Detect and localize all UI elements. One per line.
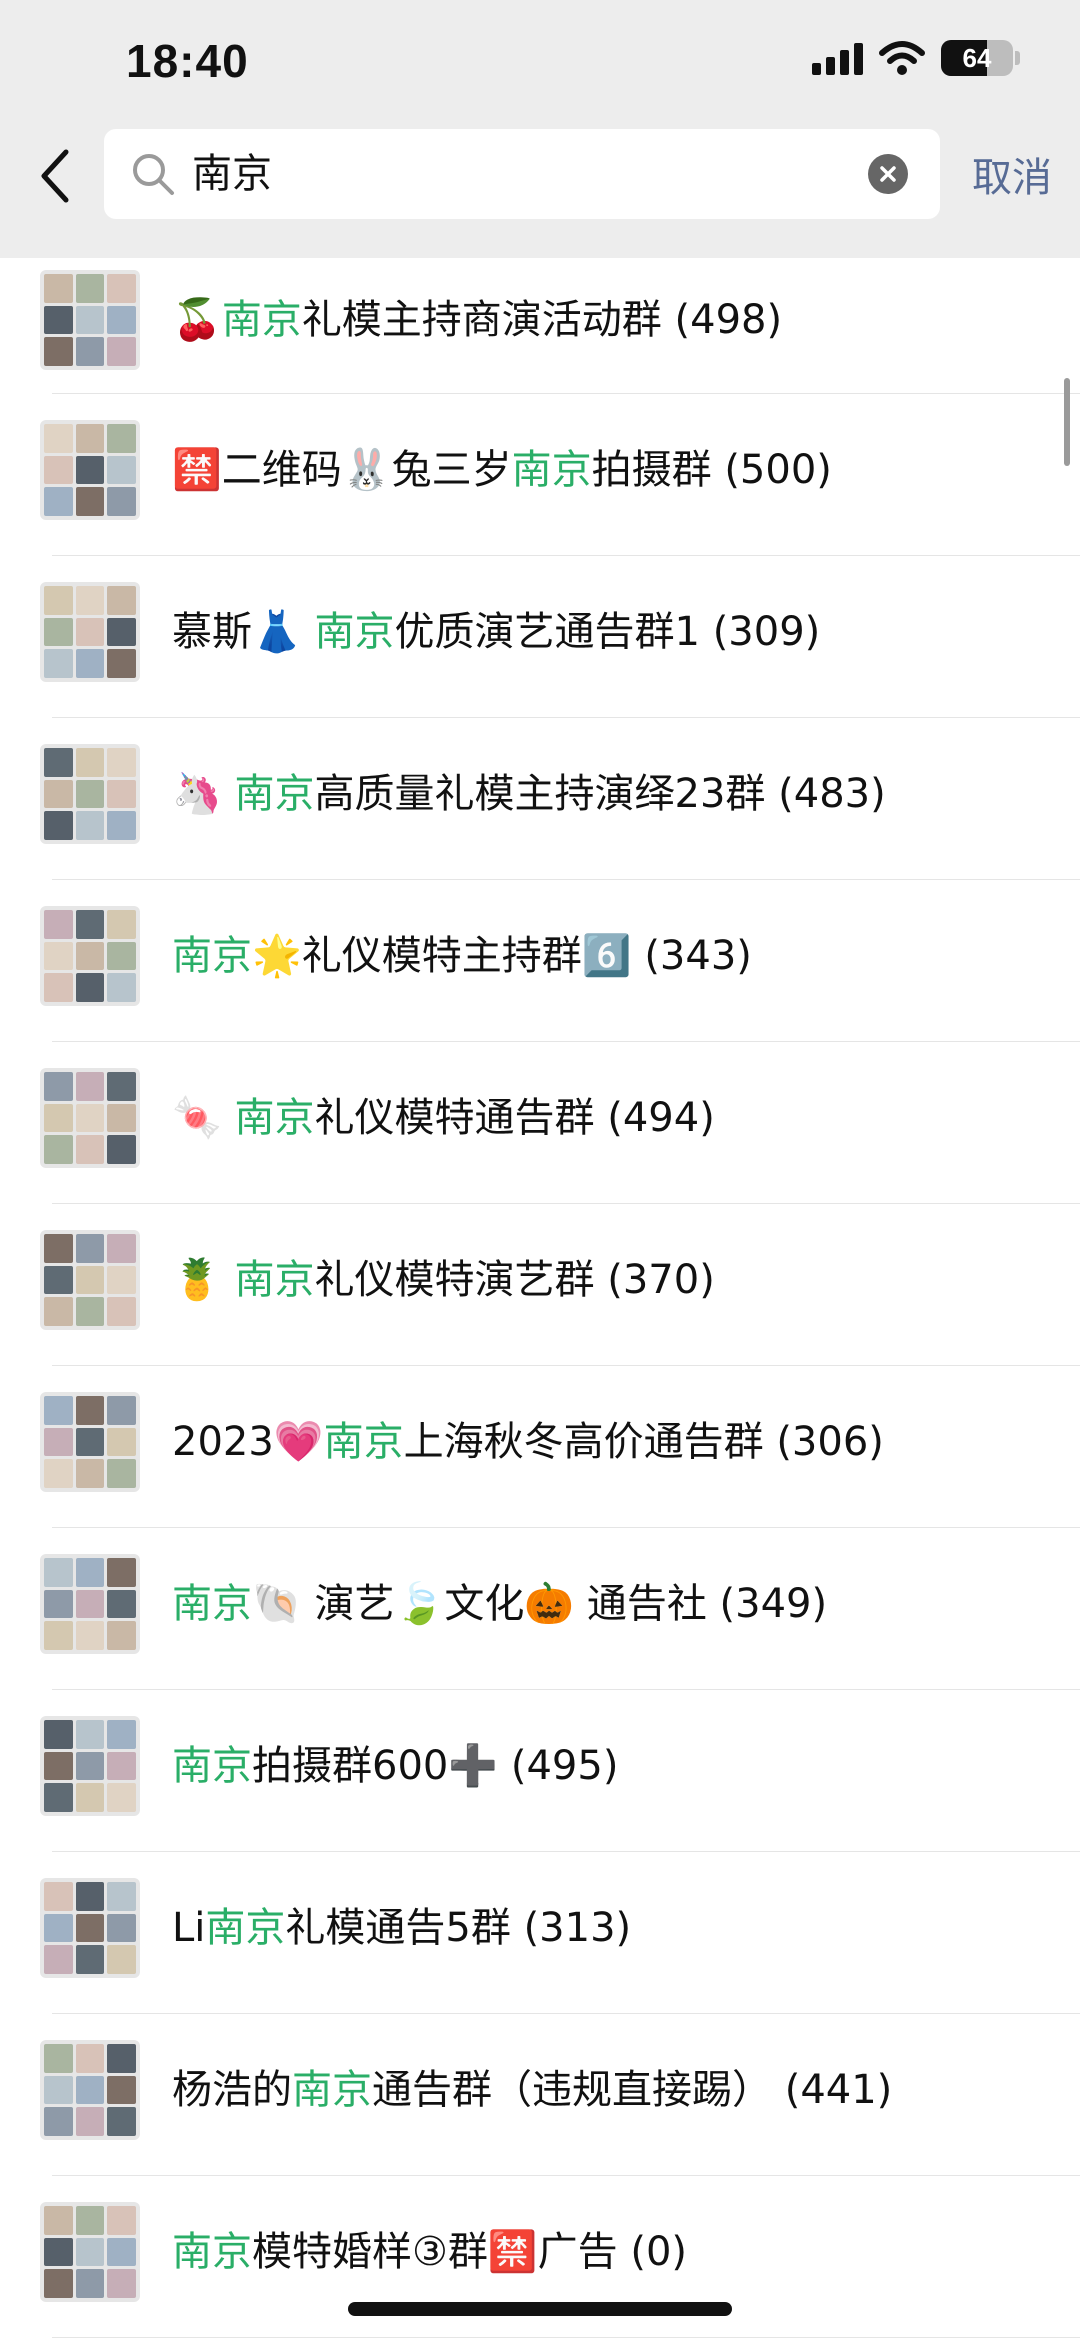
group-avatar (40, 270, 140, 370)
group-title: 🍬 南京礼仪模特通告群 (494) (172, 1088, 715, 1148)
group-avatar (40, 2040, 140, 2140)
group-title: 南京拍摄群600➕ (495) (172, 1736, 618, 1796)
title-text: 模特婚样③群🈲广告 (0) (252, 2229, 688, 2275)
group-title: 2023💗南京上海秋冬高价通告群 (306) (172, 1412, 884, 1472)
query-highlight: 南京 (323, 1419, 404, 1465)
query-highlight: 南京 (172, 1743, 252, 1789)
query-highlight: 南京 (292, 2067, 372, 2113)
result-row[interactable]: 🍍 南京礼仪模特演艺群 (370) (0, 1204, 1080, 1366)
home-indicator[interactable] (348, 2302, 732, 2316)
title-text: 🌟礼仪模特主持群6️⃣ (343) (252, 933, 752, 979)
group-title: 杨浩的南京通告群（违规直接踢） (441) (172, 2060, 892, 2120)
title-text: 🐚 演艺🍃文化🎃 通告社 (349) (252, 1581, 828, 1627)
group-title: 🍍 南京礼仪模特演艺群 (370) (172, 1250, 715, 1310)
title-text: 🍍 (172, 1257, 235, 1303)
query-highlight: 南京 (234, 1095, 315, 1141)
group-avatar (40, 1554, 140, 1654)
group-title: 慕斯👗 南京优质演艺通告群1 (309) (172, 602, 820, 662)
result-row[interactable]: 🈲二维码🐰兔三岁南京拍摄群 (500) (0, 394, 1080, 556)
clear-search-button[interactable] (868, 154, 908, 194)
title-text: 🦄 (172, 771, 235, 817)
group-title: 🦄 南京高质量礼模主持演绎23群 (483) (172, 764, 886, 824)
query-highlight: 南京 (172, 1581, 252, 1627)
result-row[interactable]: 🦄 南京高质量礼模主持演绎23群 (483) (0, 718, 1080, 880)
title-text: 慕斯👗 (172, 609, 315, 655)
group-avatar (40, 1716, 140, 1816)
battery-percent: 64 (962, 42, 992, 73)
result-row[interactable]: 南京🐚 演艺🍃文化🎃 通告社 (349) (0, 1528, 1080, 1690)
battery-tip (1015, 51, 1020, 65)
query-highlight: 南京 (172, 933, 252, 979)
group-avatar (40, 1068, 140, 1168)
search-box[interactable]: 南京 (104, 129, 940, 219)
group-avatar (40, 1392, 140, 1492)
title-text: 礼模主持商演活动群 (498) (301, 297, 783, 343)
top-bar: 18:40 64 南京 取消 (0, 0, 1080, 258)
title-text: 拍摄群 (500) (591, 447, 832, 493)
title-text: 通告群（违规直接踢） (441) (372, 2067, 893, 2113)
chevron-left-icon (41, 149, 69, 203)
query-highlight: 南京 (234, 771, 315, 817)
search-results-list: 🍒南京礼模主持商演活动群 (498) 🈲二维码🐰兔三岁南京拍摄群 (500) 慕斯👗… (0, 258, 1080, 2338)
group-avatar (40, 744, 140, 844)
result-row[interactable]: Li南京礼模通告5群 (313) (0, 1852, 1080, 2014)
group-avatar (40, 2202, 140, 2302)
title-text: 高质量礼模主持演绎23群 (483) (314, 771, 886, 817)
title-text: 礼仪模特通告群 (494) (314, 1095, 715, 1141)
title-text: 上海秋冬高价通告群 (306) (403, 1419, 884, 1465)
title-text: 礼仪模特演艺群 (370) (314, 1257, 715, 1303)
wifi-icon (879, 41, 925, 75)
group-title: 🈲二维码🐰兔三岁南京拍摄群 (500) (172, 440, 832, 500)
result-row[interactable]: 南京🌟礼仪模特主持群6️⃣ (343) (0, 880, 1080, 1042)
group-avatar (40, 420, 140, 520)
query-highlight: 南京 (234, 1257, 315, 1303)
title-text: 礼模通告5群 (313) (285, 1905, 632, 1951)
result-row[interactable]: 🍬 南京礼仪模特通告群 (494) (0, 1042, 1080, 1204)
group-avatar (40, 1878, 140, 1978)
query-highlight: 南京 (205, 1905, 286, 1951)
query-highlight: 南京 (314, 609, 395, 655)
title-text: 🍒 (172, 297, 222, 343)
query-highlight: 南京 (172, 2229, 252, 2275)
title-text: 🈲二维码🐰兔三岁 (172, 447, 512, 493)
result-row[interactable]: 🍒南京礼模主持商演活动群 (498) (0, 258, 1080, 394)
group-title: 南京🌟礼仪模特主持群6️⃣ (343) (172, 926, 752, 986)
result-row[interactable]: 杨浩的南京通告群（违规直接踢） (441) (0, 2014, 1080, 2176)
search-icon (133, 154, 174, 195)
back-button[interactable] (36, 146, 76, 206)
query-highlight: 南京 (221, 297, 302, 343)
title-text: 优质演艺通告群1 (309) (394, 609, 821, 655)
group-title: Li南京礼模通告5群 (313) (172, 1898, 631, 1958)
battery-icon: 64 (941, 40, 1013, 76)
result-row[interactable]: 2023💗南京上海秋冬高价通告群 (306) (0, 1366, 1080, 1528)
group-title: 🍒南京礼模主持商演活动群 (498) (172, 290, 782, 350)
search-input[interactable]: 南京 (192, 145, 272, 203)
title-text: Li (172, 1905, 206, 1951)
close-icon (880, 166, 896, 182)
status-time: 18:40 (126, 35, 249, 87)
cellular-signal-icon (812, 41, 863, 75)
cancel-button[interactable]: 取消 (972, 145, 1052, 203)
group-title: 南京🐚 演艺🍃文化🎃 通告社 (349) (172, 1574, 827, 1634)
title-text: 拍摄群600➕ (495) (252, 1743, 619, 1789)
title-text: 2023💗 (172, 1419, 324, 1465)
result-row[interactable]: 南京拍摄群600➕ (495) (0, 1690, 1080, 1852)
title-text: 🍬 (172, 1095, 235, 1141)
group-avatar (40, 1230, 140, 1330)
result-row[interactable]: 慕斯👗 南京优质演艺通告群1 (309) (0, 556, 1080, 718)
group-avatar (40, 582, 140, 682)
title-text: 杨浩的 (172, 2067, 292, 2113)
query-highlight: 南京 (511, 447, 592, 493)
group-title: 南京模特婚样③群🈲广告 (0) (172, 2222, 687, 2282)
status-icons: 64 (812, 38, 1020, 78)
scrollbar[interactable] (1064, 378, 1070, 466)
group-avatar (40, 906, 140, 1006)
